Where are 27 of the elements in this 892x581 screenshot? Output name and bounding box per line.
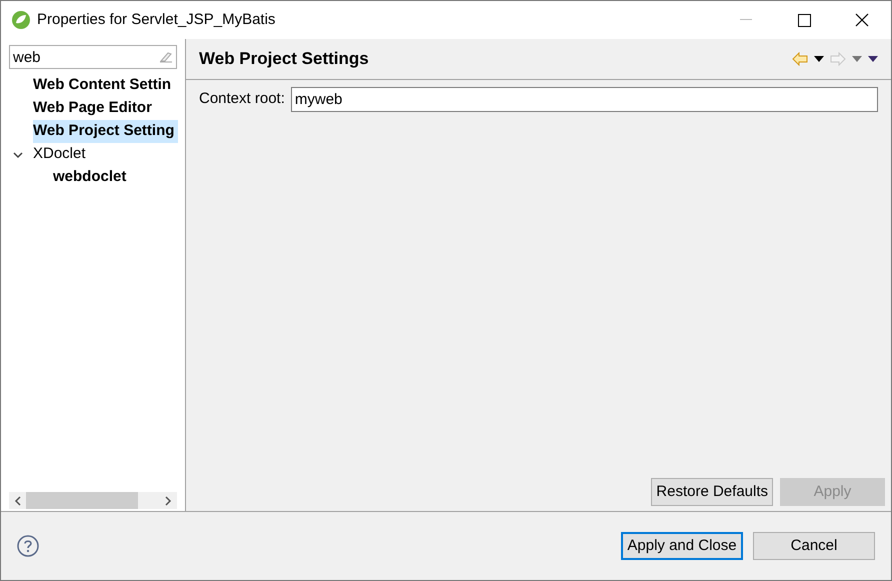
filter-field[interactable]: web — [9, 45, 177, 69]
window-title: Properties for Servlet_JSP_MyBatis — [37, 10, 276, 30]
dialog-button[interactable]: Apply and Close — [621, 532, 743, 560]
page-title: Web Project Settings — [199, 48, 369, 70]
tree-item[interactable]: Web Page Editor — [33, 97, 156, 120]
back-arrow-icon[interactable] — [792, 52, 808, 66]
horizontal-scrollbar[interactable] — [9, 492, 177, 509]
chevron-down-icon[interactable] — [13, 150, 23, 158]
chevron-left-icon[interactable] — [14, 496, 21, 506]
tree-item[interactable]: XDoclet — [33, 143, 90, 166]
scrollbar-thumb[interactable] — [26, 492, 138, 509]
page-button[interactable]: Restore Defaults — [651, 478, 773, 506]
eraser-icon[interactable] — [159, 51, 173, 63]
tree-item[interactable]: Web Project Setting — [33, 120, 178, 143]
view-menu-icon[interactable] — [868, 56, 878, 62]
close-icon — [855, 13, 869, 27]
maximize-icon — [798, 14, 810, 26]
leaf-logo-icon — [11, 10, 31, 30]
tree-item[interactable]: webdoclet — [53, 166, 130, 189]
dropdown-caret-icon[interactable] — [814, 56, 824, 62]
dialog-button[interactable]: Cancel — [753, 532, 875, 560]
tree-item[interactable]: Web Content Settin — [33, 74, 176, 97]
input-field[interactable]: myweb — [290, 86, 878, 112]
field-label: Context root: — [199, 88, 285, 109]
minimize-icon — [740, 19, 752, 21]
chevron-right-icon[interactable] — [165, 496, 172, 506]
help-icon[interactable] — [17, 535, 39, 557]
